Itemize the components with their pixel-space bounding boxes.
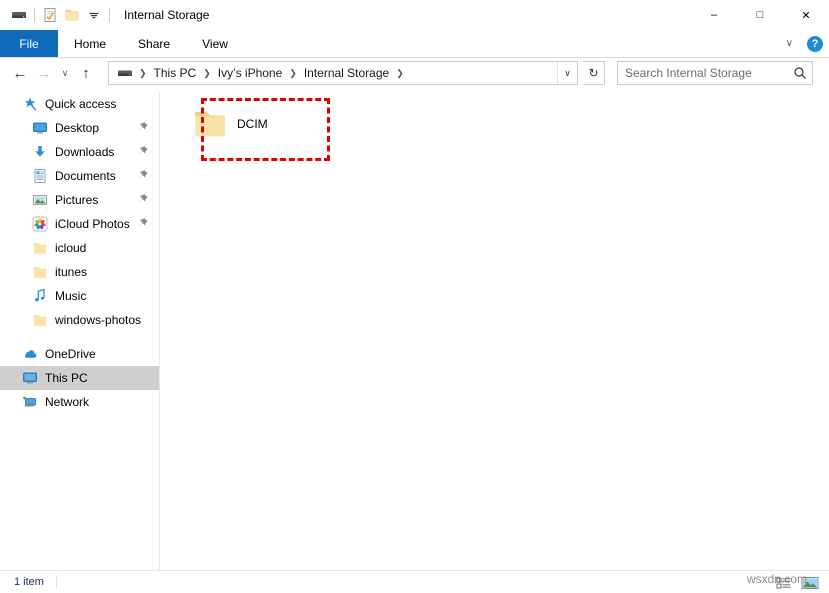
breadcrumb-separator-0: ❯ xyxy=(135,68,151,79)
pictures-icon xyxy=(32,192,48,208)
sidebar-item-label: Documents xyxy=(55,169,116,183)
sidebar-item-label: Music xyxy=(55,289,86,303)
status-divider xyxy=(56,575,57,589)
address-dropdown-chevron-down-icon[interactable]: ∨ xyxy=(557,62,577,84)
toolbar-divider xyxy=(34,8,35,22)
folder-icon xyxy=(32,264,48,280)
watermark-label: wsxdn.com xyxy=(747,572,807,586)
chevron-down-icon[interactable] xyxy=(83,4,105,26)
sidebar-item-label: Pictures xyxy=(55,193,98,207)
sidebar-item-network[interactable]: Network xyxy=(0,390,159,414)
tab-view[interactable]: View xyxy=(186,30,244,57)
maximize-button[interactable]: □ xyxy=(737,0,783,30)
file-explorer-window: Internal Storage – □ ✕ File Home Share V… xyxy=(0,0,829,593)
pin-icon[interactable] xyxy=(137,193,149,207)
music-note-icon xyxy=(32,288,48,304)
folder-icon xyxy=(193,109,227,139)
search-icon[interactable] xyxy=(788,66,812,80)
sidebar-item-label: iCloud Photos xyxy=(55,217,130,231)
pin-icon[interactable] xyxy=(137,145,149,159)
documents-icon xyxy=(32,168,48,184)
pin-icon[interactable] xyxy=(137,217,149,231)
item-count-label: 1 item xyxy=(0,576,44,588)
quick-access-toolbar: Internal Storage xyxy=(0,4,209,26)
this-pc-icon xyxy=(22,370,38,386)
sidebar-item-label: Downloads xyxy=(55,145,114,159)
sidebar-item-icloud[interactable]: icloud xyxy=(0,236,159,260)
window-controls: – □ ✕ xyxy=(691,0,829,30)
recent-locations-button[interactable]: ∨ xyxy=(56,61,74,85)
file-item-dcim[interactable]: DCIM xyxy=(185,100,305,148)
sidebar-item-quick-access[interactable]: Quick access xyxy=(0,92,159,116)
refresh-button[interactable]: ↻ xyxy=(583,61,605,85)
ribbon-right-controls: ∨ ? xyxy=(780,30,823,57)
ribbon-tab-bar: File Home Share View xyxy=(0,30,829,57)
window-title: Internal Storage xyxy=(124,8,209,22)
sidebar-item-desktop[interactable]: Desktop xyxy=(0,116,159,140)
close-button[interactable]: ✕ xyxy=(783,0,829,30)
navigation-pane: Quick access Desktop xyxy=(0,92,159,570)
new-folder-icon[interactable] xyxy=(61,4,83,26)
breadcrumb-item-ivys-iphone[interactable]: Ivy’s iPhone xyxy=(215,66,285,80)
sidebar-item-label: Network xyxy=(45,395,89,409)
star-pin-icon xyxy=(22,96,38,112)
sidebar-item-label: This PC xyxy=(45,371,88,385)
tab-file[interactable]: File xyxy=(0,30,58,57)
sidebar-item-label: icloud xyxy=(55,241,86,255)
file-list-pane[interactable]: DCIM xyxy=(160,92,829,570)
status-bar: 1 item xyxy=(0,570,829,593)
title-bar: Internal Storage – □ ✕ xyxy=(0,0,829,30)
toolbar-divider-2 xyxy=(109,8,110,22)
up-button[interactable]: ↑ xyxy=(74,61,98,85)
back-button[interactable]: ← xyxy=(8,61,32,85)
breadcrumb-separator-2[interactable]: ❯ xyxy=(285,68,301,79)
sidebar-item-label: Quick access xyxy=(45,97,116,111)
minimize-button[interactable]: – xyxy=(691,0,737,30)
sidebar-item-label: itunes xyxy=(55,265,87,279)
sidebar-item-this-pc[interactable]: This PC xyxy=(0,366,159,390)
sidebar-item-label: OneDrive xyxy=(45,347,96,361)
search-box[interactable] xyxy=(617,61,813,85)
folder-icon xyxy=(32,240,48,256)
breadcrumb: ❯ This PC ❯ Ivy’s iPhone ❯ Internal Stor… xyxy=(109,65,557,81)
sidebar-item-downloads[interactable]: Downloads xyxy=(0,140,159,164)
downloads-icon xyxy=(32,144,48,160)
tab-home[interactable]: Home xyxy=(58,30,122,57)
pin-icon[interactable] xyxy=(137,169,149,183)
sidebar-item-icloud-photos[interactable]: iCloud Photos xyxy=(0,212,159,236)
breadcrumb-separator-3[interactable]: ❯ xyxy=(392,68,408,79)
sidebar-item-music[interactable]: Music xyxy=(0,284,159,308)
drive-icon-breadcrumb[interactable] xyxy=(115,65,135,81)
sidebar-item-pictures[interactable]: Pictures xyxy=(0,188,159,212)
folder-icon xyxy=(32,312,48,328)
sidebar-item-documents[interactable]: Documents xyxy=(0,164,159,188)
sidebar-item-windows-photos[interactable]: windows-photos xyxy=(0,308,159,332)
drive-icon[interactable] xyxy=(8,4,30,26)
sidebar-item-itunes[interactable]: itunes xyxy=(0,260,159,284)
sidebar-item-label: Desktop xyxy=(55,121,99,135)
sidebar-item-label: windows-photos xyxy=(55,313,141,327)
pin-icon[interactable] xyxy=(137,121,149,135)
sidebar-item-onedrive[interactable]: OneDrive xyxy=(0,342,159,366)
network-icon xyxy=(22,394,38,410)
forward-button[interactable]: → xyxy=(32,61,56,85)
search-input[interactable] xyxy=(618,66,788,80)
icloud-photos-icon xyxy=(32,216,48,232)
breadcrumb-separator-1[interactable]: ❯ xyxy=(199,68,215,79)
onedrive-icon xyxy=(22,346,38,362)
expand-ribbon-chevron-down-icon[interactable]: ∨ xyxy=(780,36,799,51)
help-icon[interactable]: ? xyxy=(807,36,823,52)
tab-share[interactable]: Share xyxy=(122,30,186,57)
desktop-icon xyxy=(32,120,48,136)
file-name-label: DCIM xyxy=(237,117,268,131)
breadcrumb-item-this-pc[interactable]: This PC xyxy=(151,66,200,80)
breadcrumb-bar[interactable]: ❯ This PC ❯ Ivy’s iPhone ❯ Internal Stor… xyxy=(108,61,578,85)
properties-icon[interactable] xyxy=(39,4,61,26)
breadcrumb-item-internal-storage[interactable]: Internal Storage xyxy=(301,66,392,80)
sidebar-group-gap xyxy=(0,332,159,342)
